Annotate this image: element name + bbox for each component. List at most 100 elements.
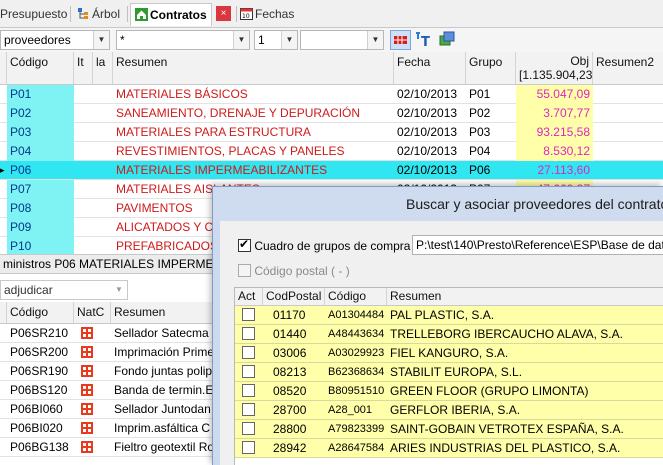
cell-codpostal[interactable]: 28942 xyxy=(263,439,325,458)
cell-codigo[interactable]: P06BS120 xyxy=(7,381,74,400)
cell-codpostal[interactable]: 01440 xyxy=(263,325,325,344)
cell-resumen[interactable]: TRELLEBORG IBERCAUCHO ALAVA, S.A. xyxy=(387,325,663,344)
cell-codigo[interactable]: A01304484 xyxy=(325,306,387,325)
cell-resumen[interactable]: GREEN FLOOR (GRUPO LIMONTA) xyxy=(387,382,663,401)
table-row[interactable]: P06SR190 Fondo juntas polipropileno xyxy=(0,362,214,381)
table-row[interactable]: 01170 A01304484 PAL PLASTIC, S.A. xyxy=(235,306,663,325)
row-indicator[interactable] xyxy=(0,104,7,123)
cell-resumen[interactable]: SAINT-GOBAIN VETROTEX ESPAÑA, S.A. xyxy=(387,420,663,439)
cell-resumen[interactable]: Fieltro geotextil Ro xyxy=(111,438,214,457)
checkbox-icon[interactable] xyxy=(242,384,255,397)
cell-resumen[interactable]: MATERIALES BÁSICOS xyxy=(113,85,394,104)
cell-codigo[interactable]: P06 xyxy=(7,161,74,180)
cell-act[interactable] xyxy=(235,344,263,363)
col-natc[interactable]: NatC xyxy=(74,302,111,323)
col-la[interactable]: la xyxy=(93,52,113,84)
cell-resumen[interactable]: REVESTIMIENTOS, PLACAS Y PANELES xyxy=(113,142,394,161)
table-row[interactable]: 01440 A48443634 TRELLEBORG IBERCAUCHO ALAV… xyxy=(235,325,663,344)
cell-codigo[interactable]: A03029923 xyxy=(325,344,387,363)
col-obj[interactable]: Obj [1.135.904,23] xyxy=(516,52,593,84)
col-codpostal[interactable]: CodPostal xyxy=(263,288,325,305)
table-row[interactable]: 08520 B80951510 GREEN FLOOR (GRUPO LIMONTA… xyxy=(235,382,663,401)
cell-act[interactable] xyxy=(235,382,263,401)
table-row[interactable]: P01 MATERIALES BÁSICOS 02/10/2013 P01 55.047… xyxy=(0,85,663,104)
cell-resumen[interactable]: SANEAMIENTO, DRENAJE Y DEPURACIÓN xyxy=(113,104,394,123)
cell-it[interactable] xyxy=(74,142,93,161)
cell-la[interactable] xyxy=(93,161,113,180)
table-row[interactable]: ▸ P06 MATERIALES IMPERMEABILIZANTES 02/10/2… xyxy=(0,161,663,180)
table-row[interactable]: 28800 A79823399 SAINT-GOBAIN VETROTEX ESPA… xyxy=(235,420,663,439)
table-row[interactable]: 03006 A03029923 FIEL KANGURO, S.A. xyxy=(235,344,663,363)
table-row[interactable]: 08213 B62368634 STABILIT EUROPA, S.L. xyxy=(235,363,663,382)
cell-resumen2[interactable] xyxy=(593,85,663,104)
checkbox-icon[interactable] xyxy=(242,403,255,416)
col-resumen2[interactable]: Resumen2 xyxy=(593,52,663,84)
cell-act[interactable] xyxy=(235,420,263,439)
table-row[interactable]: P06BI060 Sellador Juntodan xyxy=(0,400,214,419)
cell-resumen[interactable]: Banda de termin.E xyxy=(111,381,214,400)
cell-it[interactable] xyxy=(74,104,93,123)
col-resumen[interactable]: Resumen xyxy=(387,288,663,305)
cell-resumen[interactable]: Imprimación Primer xyxy=(111,343,214,362)
col-codigo[interactable]: Código xyxy=(7,52,74,84)
cell-fecha[interactable]: 02/10/2013 xyxy=(394,142,466,161)
checkbox-icon[interactable] xyxy=(242,346,255,359)
cuadro-checkbox[interactable]: Cuadro de grupos de compra xyxy=(238,237,410,253)
checkbox-icon[interactable] xyxy=(242,308,255,321)
cell-codigo[interactable]: B80951510 xyxy=(325,382,387,401)
table-row[interactable]: P06BG138 Fieltro geotextil Ro xyxy=(0,438,214,457)
cell-it[interactable] xyxy=(74,199,93,218)
cell-codigo[interactable]: A28_001 xyxy=(325,401,387,420)
row-indicator[interactable] xyxy=(0,199,7,218)
col-codigo[interactable]: Código xyxy=(325,288,387,305)
table-row[interactable]: P06SR200 Imprimación Primer xyxy=(0,343,214,362)
row-indicator[interactable] xyxy=(0,218,7,237)
cell-resumen[interactable]: Sellador Satecma elastómero xyxy=(111,324,214,343)
cell-la[interactable] xyxy=(93,199,113,218)
level-select[interactable]: 1 ▼ xyxy=(254,30,298,50)
chevron-down-icon[interactable]: ▼ xyxy=(281,31,297,49)
row-indicator[interactable] xyxy=(0,123,7,142)
cell-la[interactable] xyxy=(93,123,113,142)
table-row[interactable]: P02 SANEAMIENTO, DRENAJE Y DEPURACIÓN 02/1… xyxy=(0,104,663,123)
cell-codigo[interactable]: P01 xyxy=(7,85,74,104)
cell-resumen[interactable]: Fondo juntas polipropileno xyxy=(111,362,214,381)
tab-fechas[interactable]: 10 Fechas xyxy=(240,3,294,26)
cell-resumen[interactable]: Imprim.asfáltica C xyxy=(111,419,214,438)
cell-fecha[interactable]: 02/10/2013 xyxy=(394,123,466,142)
table-row[interactable]: P04 REVESTIMIENTOS, PLACAS Y PANELES 02/10… xyxy=(0,142,663,161)
cell-it[interactable] xyxy=(74,161,93,180)
cell-codigo[interactable]: P02 xyxy=(7,104,74,123)
row-indicator[interactable] xyxy=(0,142,7,161)
copy-button[interactable] xyxy=(438,30,459,50)
cell-obj[interactable]: 3.707,77 xyxy=(516,104,593,123)
pattern-select[interactable]: * ▼ xyxy=(116,30,250,50)
cell-codigo[interactable]: P07 xyxy=(7,180,74,199)
tab-contratos[interactable]: Contratos xyxy=(130,3,212,26)
database-path-field[interactable]: P:\test\140\Presto\Reference\ESP\Base de… xyxy=(412,235,663,255)
chevron-down-icon[interactable]: ▼ xyxy=(367,31,383,49)
cell-codpostal[interactable]: 01170 xyxy=(263,306,325,325)
cell-codpostal[interactable]: 03006 xyxy=(263,344,325,363)
checkbox-icon[interactable] xyxy=(242,365,255,378)
cell-it[interactable] xyxy=(74,180,93,199)
chevron-down-icon[interactable]: ▼ xyxy=(233,31,249,49)
cell-act[interactable] xyxy=(235,306,263,325)
col-resumen[interactable]: Resumen xyxy=(113,52,394,84)
row-indicator[interactable] xyxy=(0,180,7,199)
col-act[interactable]: Act xyxy=(235,288,263,305)
cell-la[interactable] xyxy=(93,180,113,199)
cell-codigo[interactable]: P06BG138 xyxy=(7,438,74,457)
cell-la[interactable] xyxy=(93,142,113,161)
cell-resumen2[interactable] xyxy=(593,142,663,161)
cell-codigo[interactable]: P06BI060 xyxy=(7,400,74,419)
col-grupo[interactable]: Grupo xyxy=(466,52,516,84)
cell-resumen[interactable]: MATERIALES PARA ESTRUCTURA xyxy=(113,123,394,142)
cell-codpostal[interactable]: 08213 xyxy=(263,363,325,382)
cell-codpostal[interactable]: 28700 xyxy=(263,401,325,420)
cell-act[interactable] xyxy=(235,401,263,420)
cell-resumen[interactable]: STABILIT EUROPA, S.L. xyxy=(387,363,663,382)
cell-obj[interactable]: 55.047,09 xyxy=(516,85,593,104)
tab-presupuesto[interactable]: Presupuesto xyxy=(0,3,67,26)
cell-codigo[interactable]: A79823399 xyxy=(325,420,387,439)
